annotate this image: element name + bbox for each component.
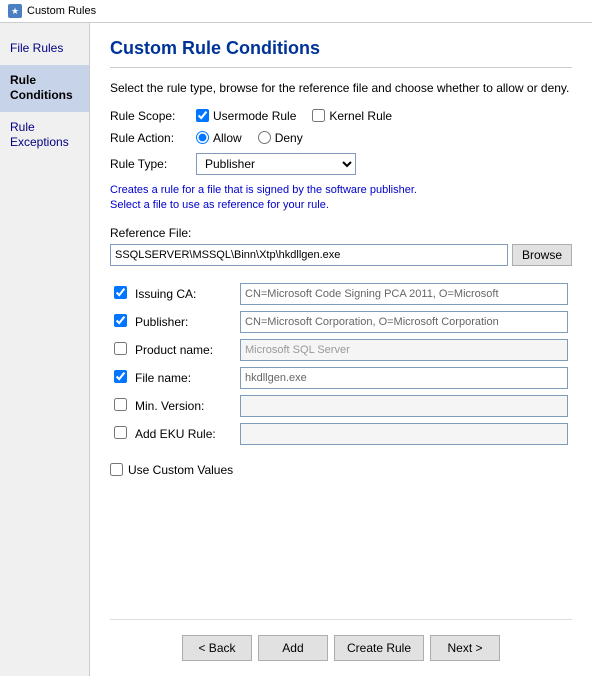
back-button[interactable]: < Back (182, 635, 252, 661)
sidebar: File Rules Rule Conditions Rule Exceptio… (0, 23, 90, 676)
issuing-ca-checkbox[interactable] (114, 286, 127, 299)
usermode-rule-checkbox[interactable] (196, 109, 209, 122)
conditions-table: Issuing CA: Publisher: (110, 280, 572, 448)
reference-file-input[interactable] (110, 244, 508, 266)
sidebar-item-file-rules[interactable]: File Rules (0, 33, 89, 65)
rule-type-select[interactable]: Publisher Path Hash (196, 153, 356, 175)
allow-radio-label[interactable]: Allow (196, 131, 242, 145)
rule-type-label: Rule Type: (110, 157, 190, 171)
issuing-ca-label: Issuing CA: (135, 287, 196, 301)
browse-button[interactable]: Browse (512, 244, 572, 266)
publisher-checkbox[interactable] (114, 314, 127, 327)
sidebar-item-rule-exceptions[interactable]: Rule Exceptions (0, 112, 89, 159)
title-bar: ★ Custom Rules (0, 0, 592, 23)
create-rule-button[interactable]: Create Rule (334, 635, 424, 661)
file-name-label: File name: (135, 371, 191, 385)
reference-file-row: Browse (110, 244, 572, 266)
file-name-checkbox[interactable] (114, 370, 127, 383)
rule-type-row: Rule Type: Publisher Path Hash (110, 153, 572, 175)
file-name-input[interactable] (240, 367, 568, 389)
main-container: File Rules Rule Conditions Rule Exceptio… (0, 23, 592, 676)
publisher-input[interactable] (240, 311, 568, 333)
buttons-row: < Back Add Create Rule Next > (110, 619, 572, 661)
file-name-row: File name: (110, 364, 572, 392)
title-bar-text: Custom Rules (27, 5, 96, 17)
next-button[interactable]: Next > (430, 635, 500, 661)
rule-scope-row: Rule Scope: Usermode Rule Kernel Rule (110, 109, 572, 123)
product-name-input[interactable] (240, 339, 568, 361)
kernel-rule-checkbox[interactable] (312, 109, 325, 122)
add-eku-rule-row: Add EKU Rule: (110, 420, 572, 448)
min-version-row: Min. Version: (110, 392, 572, 420)
app-icon: ★ (8, 4, 22, 18)
deny-radio-label[interactable]: Deny (258, 131, 303, 145)
rule-scope-label: Rule Scope: (110, 109, 190, 123)
product-name-checkbox[interactable] (114, 342, 127, 355)
add-eku-rule-checkbox[interactable] (114, 426, 127, 439)
add-eku-rule-label: Add EKU Rule: (135, 427, 216, 441)
product-name-row: Product name: (110, 336, 572, 364)
deny-radio[interactable] (258, 131, 271, 144)
hint-text: Creates a rule for a file that is signed… (110, 183, 572, 214)
usermode-rule-label[interactable]: Usermode Rule (196, 109, 296, 123)
allow-radio[interactable] (196, 131, 209, 144)
sidebar-item-rule-conditions[interactable]: Rule Conditions (0, 65, 89, 112)
reference-file-label: Reference File: (110, 226, 572, 240)
rule-action-row: Rule Action: Allow Deny (110, 131, 572, 145)
issuing-ca-input[interactable] (240, 283, 568, 305)
min-version-input[interactable] (240, 395, 568, 417)
add-eku-rule-input[interactable] (240, 423, 568, 445)
use-custom-values-checkbox[interactable] (110, 463, 123, 476)
product-name-label: Product name: (135, 343, 213, 357)
use-custom-values-row: Use Custom Values (110, 463, 572, 477)
publisher-label: Publisher: (135, 315, 188, 329)
use-custom-values-label: Use Custom Values (128, 463, 233, 477)
content-area: Custom Rule Conditions Select the rule t… (90, 23, 592, 676)
kernel-rule-label[interactable]: Kernel Rule (312, 109, 392, 123)
publisher-row: Publisher: (110, 308, 572, 336)
rule-action-label: Rule Action: (110, 131, 190, 145)
min-version-checkbox[interactable] (114, 398, 127, 411)
description: Select the rule type, browse for the ref… (110, 80, 572, 97)
min-version-label: Min. Version: (135, 399, 204, 413)
add-button[interactable]: Add (258, 635, 328, 661)
issuing-ca-row: Issuing CA: (110, 280, 572, 308)
page-title: Custom Rule Conditions (110, 38, 572, 68)
